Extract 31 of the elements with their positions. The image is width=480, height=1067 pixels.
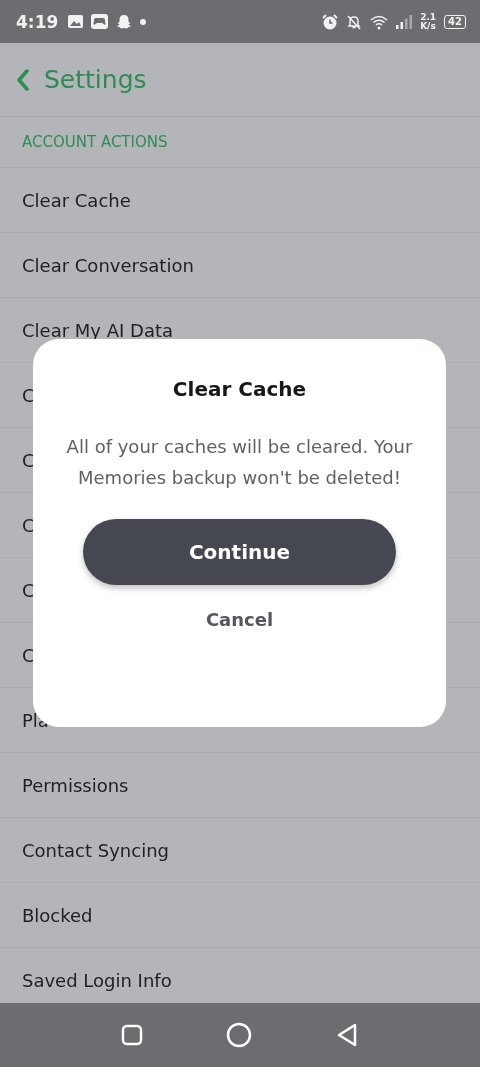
settings-item[interactable]: Contact Syncing [22,839,169,861]
dialog-title: Clear Cache [172,377,307,401]
section-header: ACCOUNT ACTIONS [22,133,168,151]
settings-item[interactable]: Blocked [22,904,93,926]
settings-item[interactable]: C [22,644,35,666]
recents-icon[interactable] [121,1024,144,1046]
settings-item[interactable]: C [22,449,35,471]
settings-item[interactable]: Clear Conversation [22,254,194,276]
settings-item[interactable]: C [22,384,35,406]
bell-off-icon [346,13,363,30]
ghost-icon [116,13,133,30]
alarm-icon [322,13,339,30]
settings-item[interactable]: Clear My AI Data [22,319,174,341]
settings-item[interactable]: Permissions [22,774,129,796]
home-icon[interactable] [226,1022,252,1048]
settings-item[interactable]: Clear Cache [22,189,131,211]
signal-icon [396,14,413,29]
status-time: 4:19 [16,11,59,32]
page-title: Settings [44,65,147,94]
dialog-message: All of your caches will be cleared. Your Memories backup won't be deleted! [65,435,414,490]
battery-level: 42 [444,14,466,29]
settings-item[interactable]: C [22,514,35,536]
gamepad-icon [91,14,109,29]
continue-button[interactable]: Continue [83,519,396,585]
network-speed: 2.1 K/s [420,12,437,31]
settings-item[interactable]: C [22,579,35,601]
cancel-button[interactable]: Cancel [189,601,290,638]
wifi-icon [370,13,389,30]
settings-item[interactable]: Saved Login Info [22,969,172,991]
image-icon [68,15,84,28]
dot-icon [140,18,147,25]
